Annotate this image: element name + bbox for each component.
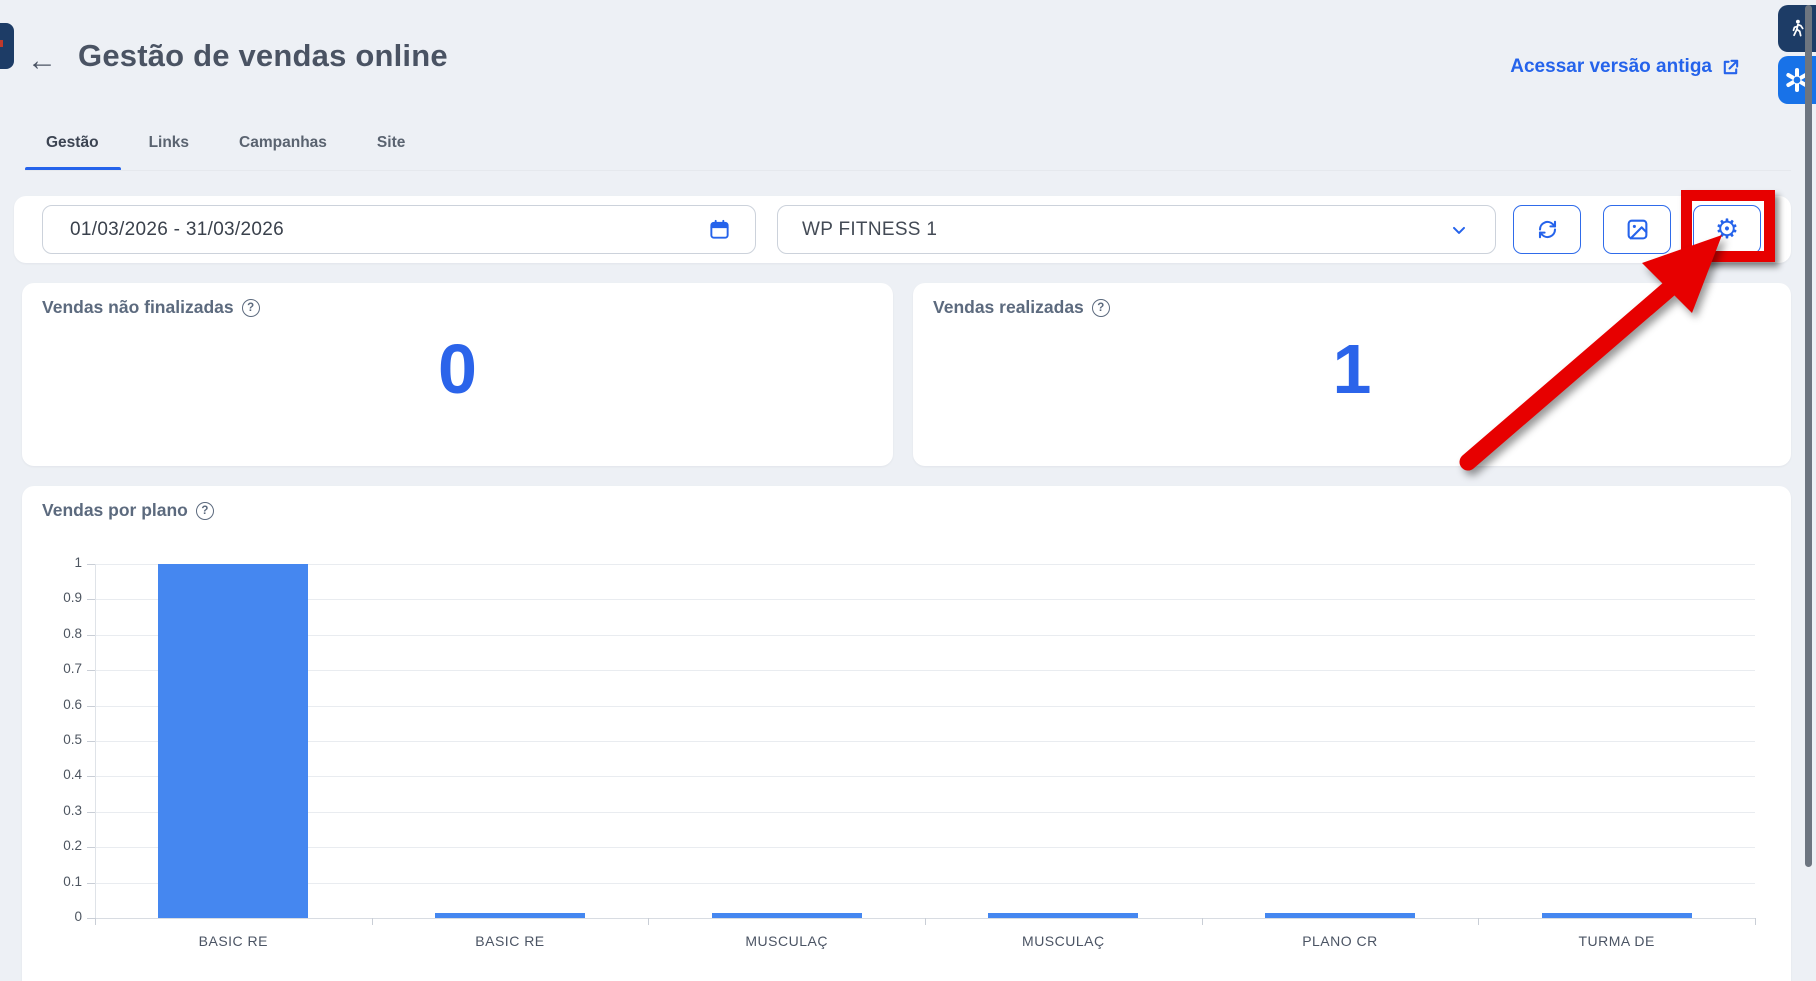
date-range-input[interactable]: 01/03/2026 - 31/03/2026 <box>42 205 756 254</box>
tab-bar-divider <box>25 170 1791 171</box>
y-axis-label: 0.6 <box>22 697 82 712</box>
x-axis-label: MUSCULAÇ <box>648 933 925 949</box>
gridline <box>95 635 1755 636</box>
card-vendas-realizadas: Vendas realizadas ? 1 <box>913 283 1791 466</box>
tab-links[interactable]: Links <box>149 134 189 169</box>
back-arrow-icon[interactable]: ← <box>27 44 57 78</box>
bar-musculaç <box>988 913 1138 918</box>
bar-basic-re <box>435 913 585 918</box>
y-axis-tick <box>87 918 95 919</box>
y-axis-label: 0.9 <box>22 590 82 605</box>
y-axis-tick <box>87 599 95 600</box>
tab-campanhas[interactable]: Campanhas <box>239 134 327 169</box>
branch-select[interactable]: WP FITNESS 1 <box>777 205 1496 254</box>
gridline <box>95 776 1755 777</box>
y-axis-tick <box>87 776 95 777</box>
gridline <box>95 741 1755 742</box>
x-axis-label: PLANO CR <box>1202 933 1479 949</box>
y-axis-label: 1 <box>22 555 82 570</box>
y-axis-label: 0.7 <box>22 661 82 676</box>
bar-plano-cr <box>1265 913 1415 918</box>
tab-gestao[interactable]: Gestão <box>46 134 99 169</box>
x-axis-tick <box>648 918 649 925</box>
y-axis-tick <box>87 564 95 565</box>
y-axis-tick <box>87 812 95 813</box>
external-link-icon <box>1721 58 1740 77</box>
refresh-icon <box>1535 217 1560 242</box>
chevron-down-icon <box>1449 220 1469 240</box>
x-axis-tick <box>925 918 926 925</box>
y-axis-label: 0.3 <box>22 803 82 818</box>
y-axis-label: 0.4 <box>22 767 82 782</box>
y-axis-tick <box>87 635 95 636</box>
bar-chart: 0 0.1 0.2 0.3 0.4 0.5 0.6 0.7 0.8 0.9 1 BASIC REBAS… <box>22 486 1791 981</box>
help-icon[interactable]: ? <box>1092 299 1110 317</box>
gridline <box>95 812 1755 813</box>
gridline <box>95 706 1755 707</box>
legacy-version-link[interactable]: Acessar versão antiga <box>1510 56 1740 78</box>
y-axis-label: 0.5 <box>22 732 82 747</box>
x-axis-tick <box>1755 918 1756 925</box>
card-title: Vendas não finalizadas <box>42 297 234 318</box>
tab-bar: Gestão Links Campanhas Site <box>46 134 405 169</box>
card-vendas-nao-finalizadas: Vendas não finalizadas ? 0 <box>22 283 893 466</box>
tab-site[interactable]: Site <box>377 134 405 169</box>
card-vendas-por-plano: Vendas por plano ? 00.10.20.30.40.50.60.… <box>22 486 1791 981</box>
y-axis-tick <box>87 741 95 742</box>
bar-basic-re <box>158 564 308 918</box>
vendas-nao-finalizadas-value: 0 <box>22 329 893 409</box>
gridline <box>95 847 1755 848</box>
page-title: Gestão de vendas online <box>78 38 448 74</box>
y-axis-label: 0.2 <box>22 838 82 853</box>
refresh-button[interactable] <box>1513 205 1581 254</box>
bar-turma-de <box>1542 913 1692 918</box>
filters-toolbar: 01/03/2026 - 31/03/2026 WP FITNESS 1 <box>14 196 1791 263</box>
x-axis-label: MUSCULAÇ <box>925 933 1202 949</box>
y-axis-tick <box>87 670 95 671</box>
x-axis-label: BASIC RE <box>95 933 372 949</box>
export-image-button[interactable] <box>1603 205 1671 254</box>
date-range-value: 01/03/2026 - 31/03/2026 <box>70 219 284 241</box>
gridline <box>95 883 1755 884</box>
y-axis-label: 0 <box>22 909 82 924</box>
image-export-icon <box>1625 217 1650 242</box>
y-axis-label: 0.1 <box>22 874 82 889</box>
y-axis-tick <box>87 706 95 707</box>
y-axis-label: 0.8 <box>22 626 82 641</box>
y-axis-tick <box>87 847 95 848</box>
y-axis-line <box>95 564 96 918</box>
card-title: Vendas realizadas <box>933 297 1084 318</box>
vendas-realizadas-value: 1 <box>913 329 1791 409</box>
x-axis-tick <box>1202 918 1203 925</box>
bar-musculaç <box>712 913 862 918</box>
calendar-icon <box>708 218 731 241</box>
x-axis-label: TURMA DE <box>1478 933 1755 949</box>
help-icon[interactable]: ? <box>242 299 260 317</box>
collapsed-side-panel-handle[interactable] <box>0 23 14 69</box>
gear-icon: ⚙ <box>1715 216 1739 243</box>
gridline <box>95 599 1755 600</box>
vertical-scrollbar[interactable] <box>1805 5 1812 867</box>
x-axis-tick <box>95 918 96 925</box>
gridline <box>95 564 1755 565</box>
x-axis-label: BASIC RE <box>372 933 649 949</box>
x-axis-tick <box>372 918 373 925</box>
y-axis-tick <box>87 883 95 884</box>
settings-button[interactable]: ⚙ <box>1693 205 1761 254</box>
gridline <box>95 670 1755 671</box>
x-axis-tick <box>1478 918 1479 925</box>
branch-select-value: WP FITNESS 1 <box>802 219 937 241</box>
legacy-version-link-label: Acessar versão antiga <box>1510 56 1712 78</box>
